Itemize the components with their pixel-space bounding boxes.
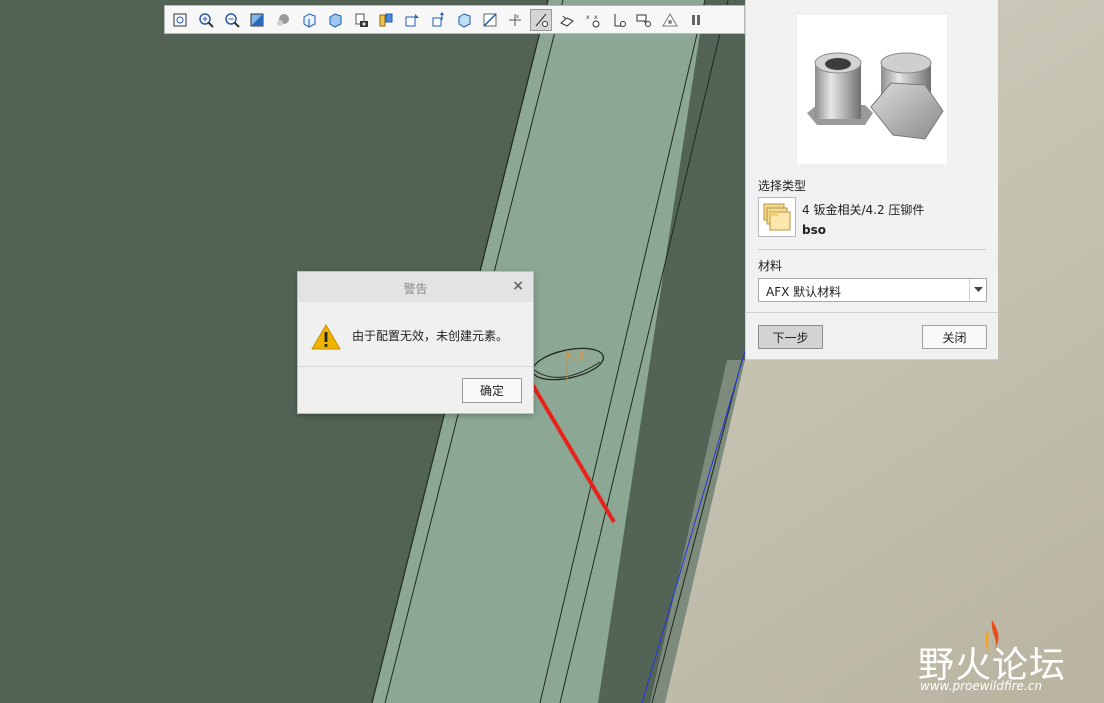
toolbar-button-triangle-display[interactable] [659, 9, 681, 31]
camera-icon [355, 13, 368, 27]
pause-icon [691, 14, 700, 25]
folder-stack-icon [763, 203, 791, 231]
toolbar-button-pause[interactable] [685, 9, 707, 31]
toolbar-button-connection[interactable] [633, 9, 655, 31]
zoom-in-icon [199, 12, 214, 28]
toolbar-button-csys-display[interactable]: x [504, 9, 526, 31]
forum-watermark: 野火论坛 www.proewildfire.cn [916, 618, 1096, 698]
toolbar-button-display-style[interactable] [272, 9, 294, 31]
watermark-url: www.proewildfire.cn [920, 679, 1042, 693]
svg-text:x: x [586, 14, 590, 21]
toolbar-button-annotation-display[interactable] [530, 8, 553, 31]
csys-display-icon: x [509, 13, 522, 26]
component-thumbnail [797, 15, 947, 164]
ok-button[interactable]: 确定 [462, 378, 522, 403]
close-button[interactable]: 关闭 [922, 325, 987, 349]
toolbar-button-point-display[interactable] [479, 9, 501, 31]
toolbar-button-spin-center[interactable] [556, 9, 578, 31]
view-manager-icon [329, 12, 342, 28]
material-select[interactable]: AFX 默认材料 [758, 278, 987, 302]
folder-type-button[interactable] [758, 197, 796, 237]
triangle-display-icon [662, 12, 679, 26]
toolbar-button-axis-display[interactable] [453, 9, 475, 31]
material-value: AFX 默认材料 [766, 285, 842, 299]
toolbar-button-datum-display[interactable] [401, 9, 423, 31]
graphics-toolbar: xxx [164, 5, 745, 34]
svg-text:x: x [516, 14, 519, 20]
toolbar-button-zoom-in[interactable] [195, 9, 217, 31]
annotation-display-icon [535, 13, 549, 27]
component-panel: 选择类型 4 钣金相关/4.2 压铆件 bso 材料 AFX 默认材料 下一步 … [745, 0, 998, 360]
datum-display-icon [405, 13, 420, 26]
plane-display-icon [432, 11, 444, 26]
warning-dialog: 警告 × 由于配置无效，未创建元素。 确定 [297, 271, 534, 414]
dialog-title: 警告 [403, 282, 428, 296]
toolbar-button-zoom-fit[interactable] [169, 9, 191, 31]
next-button[interactable]: 下一步 [758, 325, 823, 349]
toolbar-button-zoom-out[interactable] [221, 9, 243, 31]
toolbar-button-note[interactable] [608, 9, 630, 31]
dialog-titlebar[interactable]: 警告 × [298, 272, 533, 302]
toolbar-button-plane-display[interactable] [427, 9, 449, 31]
close-icon[interactable]: × [512, 278, 524, 294]
material-label: 材料 [758, 259, 783, 273]
zoom-fit-icon [173, 13, 187, 26]
pem-nut-icon [807, 52, 944, 140]
annotation-tag-icon: xx [586, 14, 600, 27]
saved-orientation-icon [303, 12, 316, 28]
dialog-message: 由于配置无效，未创建元素。 [352, 329, 509, 343]
panel-divider [758, 249, 986, 250]
type-code-text: bso [802, 223, 826, 237]
panel-divider-bottom [746, 312, 998, 313]
axis-display-icon [458, 12, 471, 28]
repaint-icon [250, 13, 264, 26]
spin-center-icon [560, 15, 574, 27]
toolbar-button-named-view[interactable] [375, 9, 397, 31]
warning-icon [311, 324, 341, 353]
select-type-label: 选择类型 [758, 179, 807, 193]
svg-text:x: x [594, 14, 598, 21]
point-display-icon [483, 12, 497, 27]
hole-axis-label: A_3 [566, 351, 584, 362]
toolbar-button-annotation-tag[interactable]: xx [582, 9, 604, 31]
zoom-out-icon [224, 12, 240, 28]
note-icon [614, 13, 626, 27]
connection-icon [636, 14, 652, 27]
display-style-icon [277, 13, 290, 26]
type-path-text: 4 钣金相关/4.2 压铆件 [802, 203, 925, 217]
toolbar-button-camera[interactable] [350, 9, 372, 31]
dialog-separator [298, 366, 533, 367]
chevron-down-icon[interactable] [969, 279, 986, 301]
toolbar-button-repaint[interactable] [246, 9, 268, 31]
named-view-icon [379, 13, 393, 26]
toolbar-button-view-manager[interactable] [324, 9, 346, 31]
toolbar-button-saved-orientation[interactable] [298, 9, 320, 31]
